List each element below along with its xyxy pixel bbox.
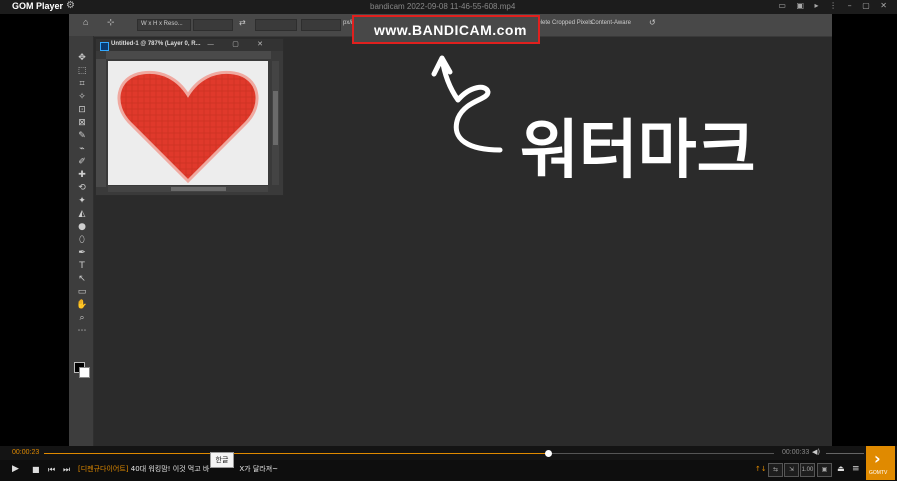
playback-controls: ▶ ■ ⏮ ⏭ [디젠규다이어트] 40대 워킹맘! 이것 먹고 바 X가 달라져… [0, 460, 897, 481]
volume-icon[interactable]: ◀) [812, 448, 820, 456]
seek-progress [44, 453, 548, 454]
eject-icon[interactable]: ⏏ [837, 464, 845, 473]
gomtv-label: GOMTV [869, 470, 888, 476]
speed-button[interactable]: 1.00 [800, 463, 815, 477]
previous-icon[interactable]: ⏮ [48, 465, 55, 475]
ime-indicator: 한글 [210, 452, 234, 468]
chevron-right-icon: › [874, 449, 881, 468]
menu-icon[interactable]: ≡ [852, 464, 860, 474]
volume-slider[interactable] [826, 453, 864, 454]
seek-knob[interactable] [544, 450, 552, 457]
seek-bar[interactable]: 00:00:23 00:00:33 ◀) [0, 446, 897, 460]
ticker-tag: [디젠규다이어트] [78, 465, 129, 473]
play-icon[interactable]: ▶ [12, 464, 19, 474]
next-icon[interactable]: ⏭ [63, 465, 70, 475]
time-total: 00:00:33 [782, 449, 810, 456]
sort-icon[interactable]: ↑↓ [755, 465, 767, 473]
capture-button[interactable]: ⇆ [768, 463, 783, 477]
resize-button[interactable]: ⇲ [784, 463, 799, 477]
ticker-text: 40대 워킹맘! 이것 먹고 바 [130, 465, 210, 473]
gomtv-button[interactable]: › GOMTV [866, 446, 895, 480]
arrow-annotation [431, 55, 503, 153]
annotation-text: 워터마크 [520, 114, 756, 188]
news-ticker[interactable]: [디젠규다이어트] 40대 워킹맘! 이것 먹고 바 X가 달라져~ [78, 464, 278, 474]
ticker-text-2: X가 달라져~ [239, 465, 279, 473]
time-current: 00:00:23 [12, 449, 40, 456]
stop-icon[interactable]: ■ [32, 465, 40, 474]
screen-button[interactable]: ▣ [817, 463, 832, 477]
